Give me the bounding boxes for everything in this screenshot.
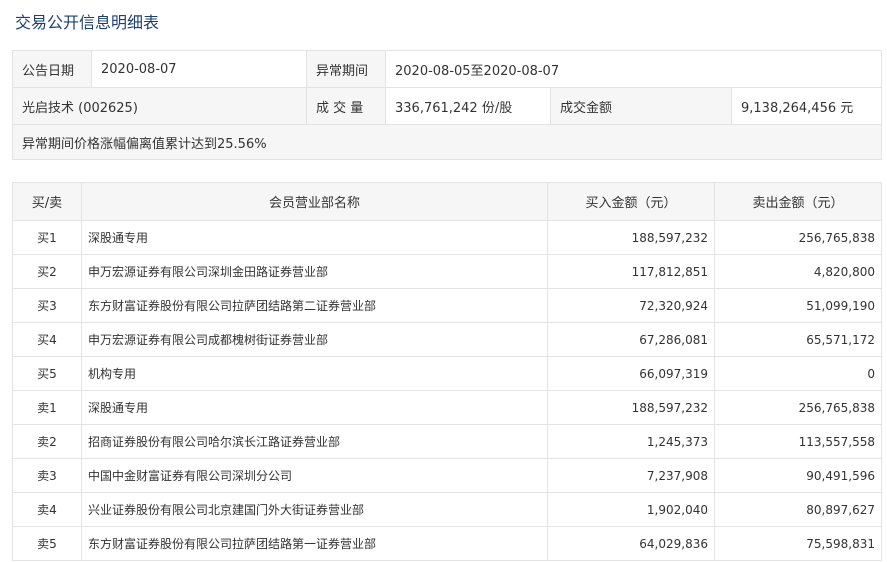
period-label: 异常期间 <box>306 50 386 88</box>
row-broker-name: 申万宏源证券有限公司成都槐树街证券营业部 <box>81 322 548 357</box>
row-side: 买5 <box>12 356 82 391</box>
row-side: 买4 <box>12 322 82 357</box>
row-sell-amount: 0 <box>714 356 882 391</box>
header-side: 买/卖 <box>12 182 82 221</box>
row-side: 买3 <box>12 288 82 323</box>
row-broker-name: 招商证券股份有限公司哈尔滨长江路证券营业部 <box>81 424 548 459</box>
announce-date-value: 2020-08-07 <box>91 50 307 88</box>
row-sell-amount: 51,099,190 <box>714 288 882 323</box>
row-broker-name: 深股通专用 <box>81 390 548 425</box>
row-buy-amount: 1,245,373 <box>547 424 715 459</box>
table-row: 卖5 东方财富证券股份有限公司拉萨团结路第一证券营业部 64,029,836 7… <box>12 526 882 561</box>
summary-table: 公告日期 2020-08-07 异常期间 2020-08-05至2020-08-… <box>11 50 883 160</box>
row-side: 买1 <box>12 220 82 255</box>
amount-value: 9,138,264,456 元 <box>730 87 883 125</box>
row-buy-amount: 64,029,836 <box>547 526 715 561</box>
header-buy-amount: 买入金额（元） <box>547 182 715 221</box>
row-side: 卖1 <box>12 390 82 425</box>
table-header-row: 买/卖 会员营业部名称 买入金额（元） 卖出金额（元） <box>12 182 882 221</box>
row-sell-amount: 75,598,831 <box>714 526 882 561</box>
summary-row-volume: 光启技术 (002625) 成 交 量 336,761,242 份/股 成交金额… <box>12 87 883 125</box>
row-side: 卖5 <box>12 526 82 561</box>
row-side: 卖4 <box>12 492 82 527</box>
amount-label: 成交金额 <box>550 87 732 125</box>
row-broker-name: 机构专用 <box>81 356 548 391</box>
row-broker-name: 东方财富证券股份有限公司拉萨团结路第一证券营业部 <box>81 526 548 561</box>
row-sell-amount: 4,820,800 <box>714 254 882 289</box>
stock-name: 光启技术 (002625) <box>12 87 307 125</box>
row-buy-amount: 188,597,232 <box>547 220 715 255</box>
table-row: 买4 申万宏源证券有限公司成都槐树街证券营业部 67,286,081 65,57… <box>12 322 882 357</box>
table-row: 买3 东方财富证券股份有限公司拉萨团结路第二证券营业部 72,320,924 5… <box>12 288 882 323</box>
summary-row-note: 异常期间价格涨幅偏离值累计达到25.56% <box>11 124 883 160</box>
summary-row-date: 公告日期 2020-08-07 异常期间 2020-08-05至2020-08-… <box>12 50 883 88</box>
table-row: 买5 机构专用 66,097,319 0 <box>12 356 882 391</box>
row-buy-amount: 117,812,851 <box>547 254 715 289</box>
deviation-note: 异常期间价格涨幅偏离值累计达到25.56% <box>11 124 883 160</box>
row-sell-amount: 80,897,627 <box>714 492 882 527</box>
row-buy-amount: 1,902,040 <box>547 492 715 527</box>
volume-label: 成 交 量 <box>306 87 386 125</box>
table-row: 买1 深股通专用 188,597,232 256,765,838 <box>12 220 882 255</box>
table-row: 买2 申万宏源证券有限公司深圳金田路证券营业部 117,812,851 4,82… <box>12 254 882 289</box>
row-sell-amount: 90,491,596 <box>714 458 882 493</box>
row-broker-name: 深股通专用 <box>81 220 548 255</box>
row-broker-name: 中国中金财富证券有限公司深圳分公司 <box>81 458 548 493</box>
row-sell-amount: 65,571,172 <box>714 322 882 357</box>
row-sell-amount: 256,765,838 <box>714 220 882 255</box>
row-side: 卖2 <box>12 424 82 459</box>
row-broker-name: 兴业证券股份有限公司北京建国门外大街证券营业部 <box>81 492 548 527</box>
row-sell-amount: 256,765,838 <box>714 390 882 425</box>
row-buy-amount: 188,597,232 <box>547 390 715 425</box>
row-side: 卖3 <box>12 458 82 493</box>
table-row: 卖2 招商证券股份有限公司哈尔滨长江路证券营业部 1,245,373 113,5… <box>12 424 882 459</box>
trade-detail-table: 买/卖 会员营业部名称 买入金额（元） 卖出金额（元） 买1 深股通专用 188… <box>12 182 882 561</box>
row-buy-amount: 66,097,319 <box>547 356 715 391</box>
row-side: 买2 <box>12 254 82 289</box>
row-broker-name: 东方财富证券股份有限公司拉萨团结路第二证券营业部 <box>81 288 548 323</box>
table-row: 卖4 兴业证券股份有限公司北京建国门外大街证券营业部 1,902,040 80,… <box>12 492 882 527</box>
volume-value: 336,761,242 份/股 <box>385 87 551 125</box>
header-broker-name: 会员营业部名称 <box>81 182 548 221</box>
announce-date-label: 公告日期 <box>12 50 92 88</box>
row-buy-amount: 7,237,908 <box>547 458 715 493</box>
table-row: 卖1 深股通专用 188,597,232 256,765,838 <box>12 390 882 425</box>
table-row: 卖3 中国中金财富证券有限公司深圳分公司 7,237,908 90,491,59… <box>12 458 882 493</box>
page-title: 交易公开信息明细表 <box>15 13 160 32</box>
header-sell-amount: 卖出金额（元） <box>714 182 882 221</box>
row-broker-name: 申万宏源证券有限公司深圳金田路证券营业部 <box>81 254 548 289</box>
row-buy-amount: 72,320,924 <box>547 288 715 323</box>
row-buy-amount: 67,286,081 <box>547 322 715 357</box>
row-sell-amount: 113,557,558 <box>714 424 882 459</box>
period-value: 2020-08-05至2020-08-07 <box>384 50 883 88</box>
